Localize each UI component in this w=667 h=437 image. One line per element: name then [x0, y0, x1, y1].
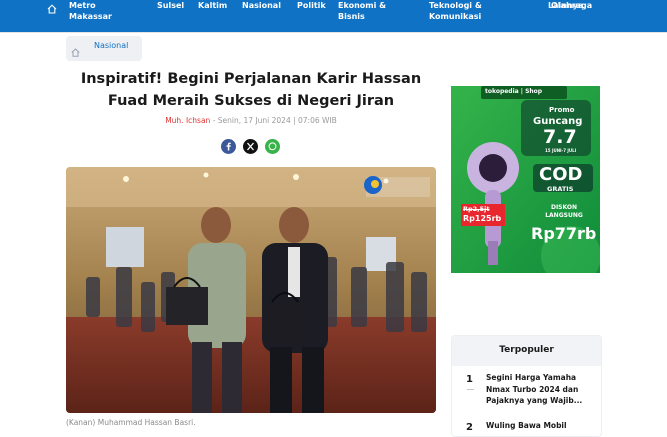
nav-item-sulsel[interactable]: Sulsel — [157, 0, 184, 11]
breadcrumb-category-link[interactable]: Nasional — [94, 41, 128, 50]
popular-item-link[interactable]: Wuling Bawa Mobil — [486, 420, 594, 432]
nav-item-lainnya[interactable]: Lainnya — [548, 0, 583, 11]
breadcrumb: Nasional — [66, 36, 142, 61]
nav-divider — [0, 32, 667, 33]
ad-discount-value: Rp77rb — [531, 224, 597, 243]
whatsapp-icon[interactable] — [265, 139, 280, 154]
nav-item-metro-makassar[interactable]: Metro Makassar — [69, 0, 129, 22]
top-navigation: Metro Makassar Sulsel Kaltim Nasional Po… — [0, 0, 667, 32]
nav-item-ekonomi-bisnis[interactable]: Ekonomi & Bisnis — [338, 0, 398, 22]
ad-cod: COD — [539, 164, 583, 185]
home-icon[interactable] — [46, 0, 58, 14]
ad-brand: tokopedia | Shop — [485, 88, 543, 95]
ad-gratis: GRATIS — [547, 185, 574, 193]
ad-event-date: 7.7 — [543, 126, 577, 148]
ad-promo: Promo — [549, 106, 575, 114]
nav-item-nasional[interactable]: Nasional — [242, 0, 281, 11]
nav-item-politik[interactable]: Politik — [297, 0, 326, 11]
popular-item-link[interactable]: Segini Harga Yamaha Nmax Turbo 2024 dan … — [486, 372, 594, 407]
ad-new-price: Rp125rb — [463, 214, 502, 223]
ad-old-price: Rp2,5jt — [463, 205, 490, 213]
facebook-icon[interactable] — [221, 139, 236, 154]
popular-heading: Terpopuler — [499, 345, 554, 355]
author-link[interactable]: Muh. Ichsan — [165, 116, 210, 125]
nav-item-teknologi-komunikasi[interactable]: Teknologi & Komunikasi — [429, 0, 504, 22]
x-icon[interactable] — [243, 139, 258, 154]
rank-divider — [467, 389, 474, 390]
share-buttons — [219, 139, 289, 155]
home-icon[interactable] — [70, 43, 81, 57]
publish-date: - Senin, 17 Juni 2024 | 07:06 WIB — [212, 116, 337, 125]
article-photo — [66, 167, 436, 413]
ad-period: 15 JUNI-7 JULI — [545, 148, 577, 153]
article-meta: Muh. Ichsan - Senin, 17 Juni 2024 | 07:0… — [66, 116, 436, 125]
ad-discount: DISKON LANGSUNG — [545, 204, 583, 219]
popular-header: Terpopuler — [452, 336, 601, 366]
nav-item-kaltim[interactable]: Kaltim — [198, 0, 227, 11]
photo-caption: (Kanan) Muhammad Hassan Basri. — [66, 418, 196, 427]
article-title: Inspiratif! Begini Perjalanan Karir Hass… — [80, 71, 422, 109]
popular-widget: Terpopuler 1 Segini Harga Yamaha Nmax Tu… — [451, 335, 602, 437]
popular-rank: 1 — [466, 374, 473, 385]
popular-rank: 2 — [466, 422, 473, 433]
advertisement-banner[interactable]: tokopedia | Shop Promo Guncang 7.7 15 JU… — [451, 86, 600, 273]
